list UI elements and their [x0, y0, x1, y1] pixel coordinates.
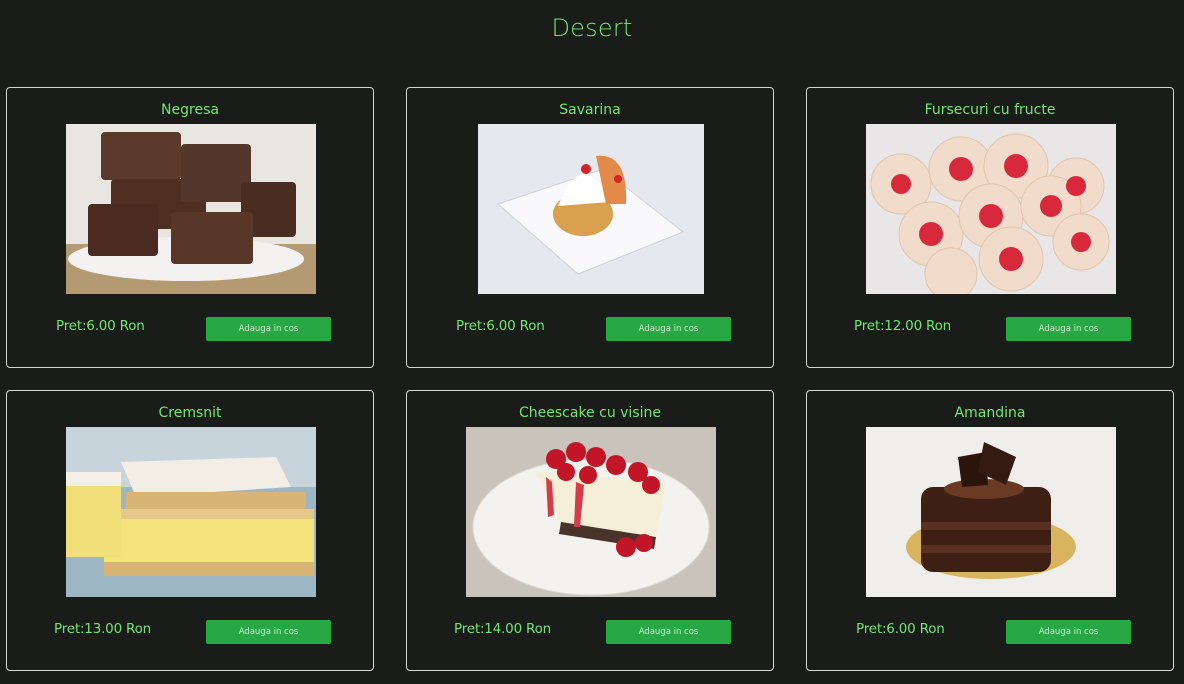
add-to-cart-button[interactable]: Adauga in cos [206, 620, 331, 644]
product-price: Pret:6.00 Ron [56, 318, 145, 334]
product-card: Fursecuri cu fructe Pret:12.00 Ron Adaug… [806, 87, 1174, 368]
add-to-cart-button[interactable]: Adauga in cos [1006, 620, 1131, 644]
page-title: Desert [551, 14, 633, 42]
product-card: Amandina Pret:6.00 Ron Adauga in cos [806, 390, 1174, 671]
product-name: Cheescake cu visine [519, 405, 661, 421]
product-card: Savarina Pret:6.00 Ron Adauga in cos [406, 87, 774, 368]
product-card: Cremsnit Pret:13.00 Ron Adauga in cos [6, 390, 374, 671]
product-card: Negresa Pret:6.00 Ron Adauga in cos [6, 87, 374, 368]
product-price: Pret:6.00 Ron [856, 621, 945, 637]
cheesecake-photo [466, 427, 716, 597]
cookies-photo [866, 124, 1116, 294]
product-name: Savarina [559, 102, 621, 118]
amandina-photo [866, 427, 1116, 597]
product-grid: Desert Negresa Pret:6.00 Ron Adauga in c… [0, 0, 1184, 684]
product-price: Pret:6.00 Ron [456, 318, 545, 334]
product-price: Pret:12.00 Ron [854, 318, 952, 334]
savarina-photo [478, 124, 704, 294]
add-to-cart-button[interactable]: Adauga in cos [606, 620, 731, 644]
product-name: Negresa [161, 102, 219, 118]
add-to-cart-button[interactable]: Adauga in cos [606, 317, 731, 341]
add-to-cart-button[interactable]: Adauga in cos [1006, 317, 1131, 341]
add-to-cart-button[interactable]: Adauga in cos [206, 317, 331, 341]
product-price: Pret:14.00 Ron [454, 621, 552, 637]
cremsnit-photo [66, 427, 316, 597]
product-price: Pret:13.00 Ron [54, 621, 152, 637]
product-name: Amandina [954, 405, 1026, 421]
brownies-photo [66, 124, 316, 294]
product-card: Cheescake cu visine Pret:14.00 Ron Adaug… [406, 390, 774, 671]
product-name: Fursecuri cu fructe [924, 102, 1056, 118]
product-name: Cremsnit [158, 405, 222, 421]
